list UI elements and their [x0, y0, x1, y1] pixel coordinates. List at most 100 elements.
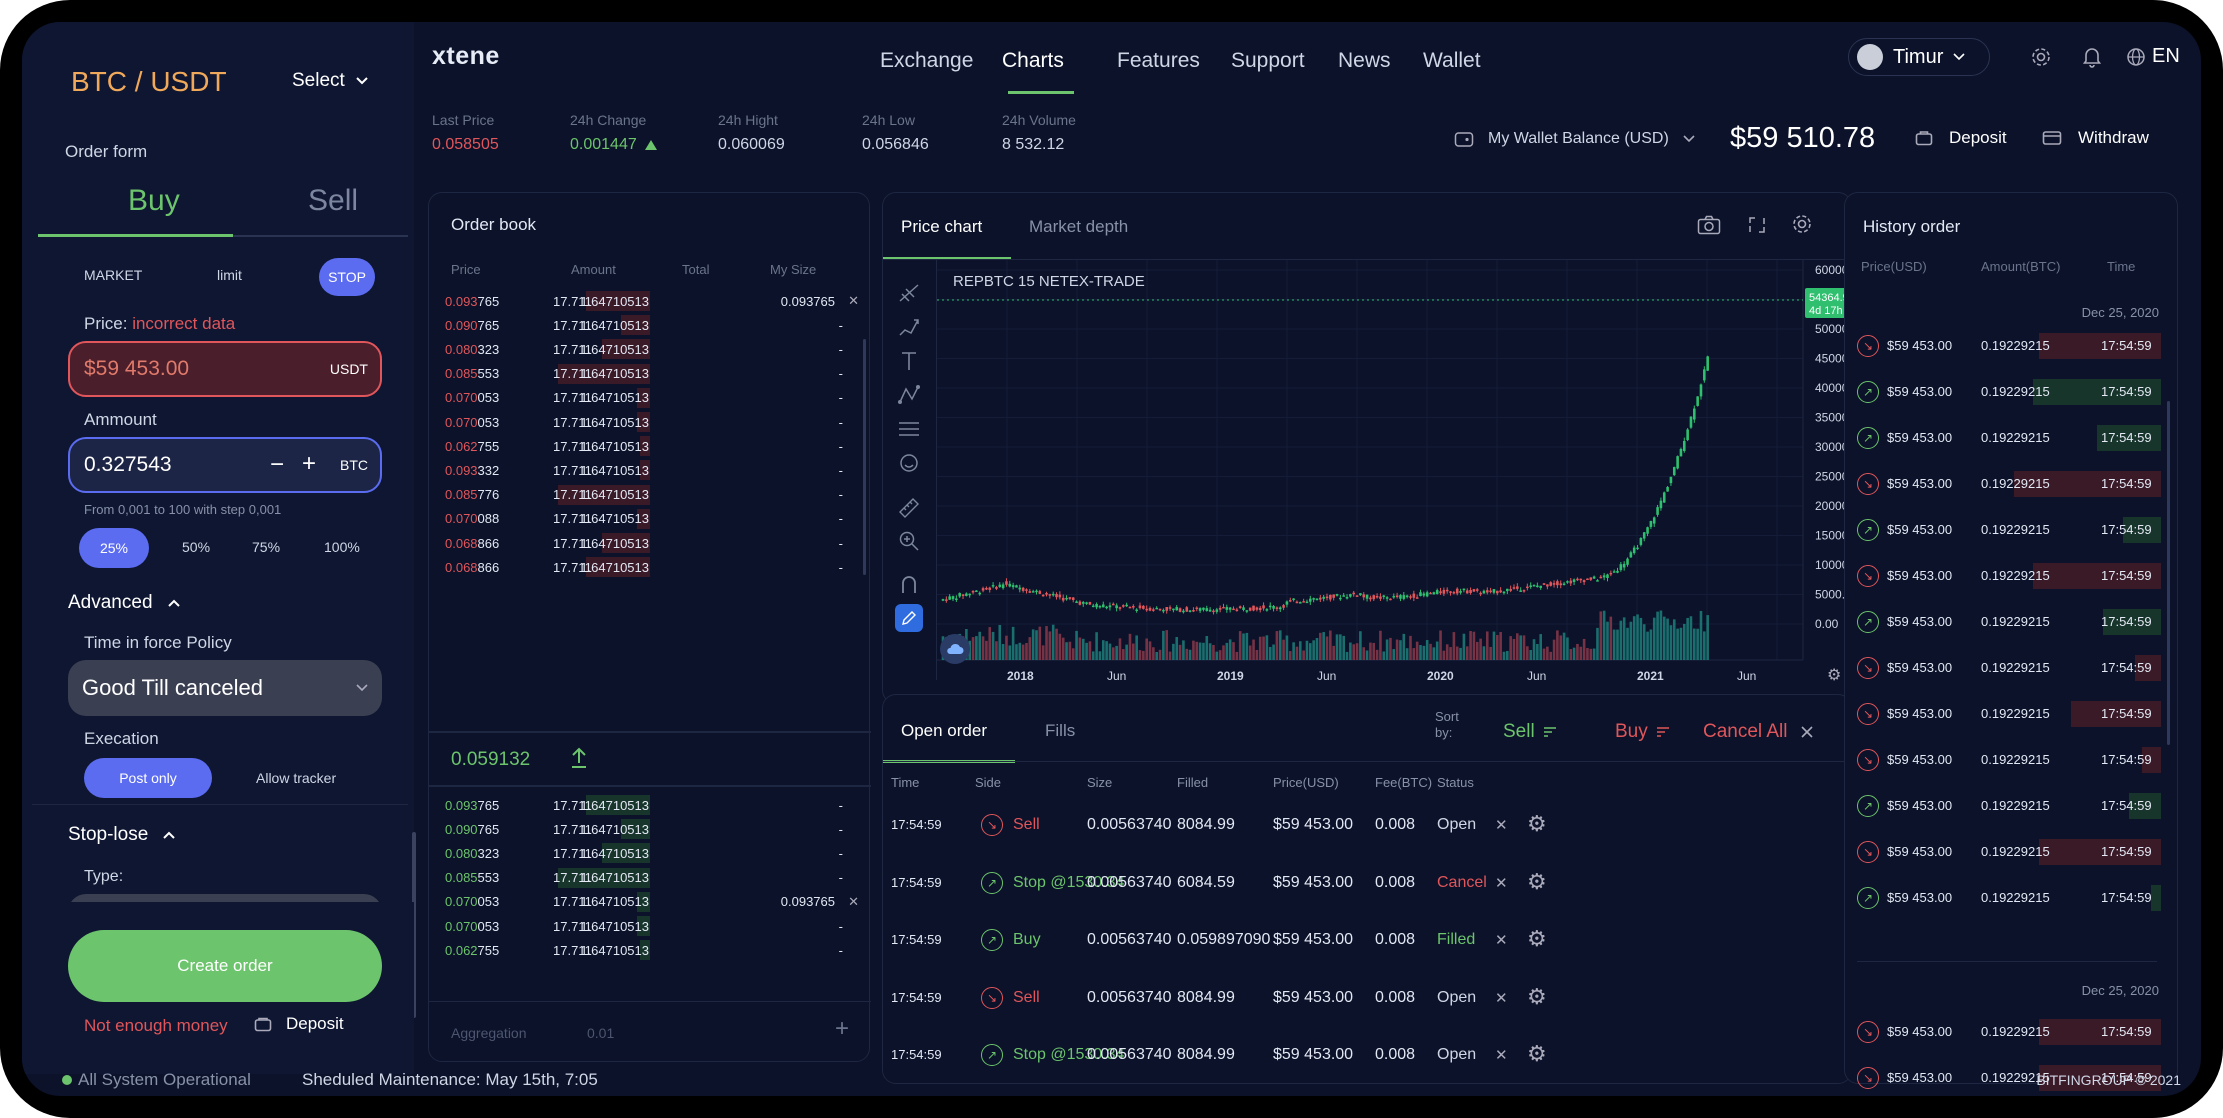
- history-row[interactable]: ↘ $59 453.00 0.19229215 17:54:59: [1845, 839, 2165, 865]
- advanced-toggle[interactable]: Advanced: [68, 592, 181, 614]
- order-book-row[interactable]: 0.085553 17.711 1.64710513-: [429, 866, 871, 890]
- order-type-limit[interactable]: limit: [217, 267, 242, 283]
- order-type-market[interactable]: MARKET: [84, 267, 142, 283]
- percent-25[interactable]: 25%: [79, 528, 149, 568]
- stoplose-toggle[interactable]: Stop-lose: [68, 824, 176, 846]
- order-row[interactable]: 17:54:59 ↗ Buy 0.00563740 0.059897090 $59 453…: [883, 924, 1843, 958]
- zoom-icon[interactable]: [898, 530, 920, 552]
- bell-icon[interactable]: [2082, 46, 2102, 68]
- tab-sell[interactable]: Sell: [308, 184, 358, 218]
- user-menu[interactable]: Timur: [1848, 38, 1990, 76]
- history-row[interactable]: ↗ $59 453.00 0.19229215 17:54:59: [1845, 517, 2165, 543]
- history-row[interactable]: ↗ $59 453.00 0.19229215 17:54:59: [1845, 609, 2165, 635]
- order-book-row[interactable]: 0.080323 17.711 1.64710513-: [429, 337, 871, 361]
- order-book-row[interactable]: 0.068866 17.711 1.64710513-: [429, 531, 871, 555]
- history-row[interactable]: ↘ $59 453.00 0.19229215 17:54:59: [1845, 1019, 2165, 1045]
- order-book-row[interactable]: 0.085553 17.711 1.64710513-: [429, 362, 871, 386]
- order-book-row[interactable]: 0.070088 17.711 1.64710513-: [429, 507, 871, 531]
- history-scrollbar[interactable]: [2167, 401, 2170, 745]
- nav-charts[interactable]: Charts: [1002, 49, 1064, 73]
- order-book-row[interactable]: 0.085776 17.711 1.64710513-: [429, 483, 871, 507]
- close-icon[interactable]: ✕: [1495, 874, 1508, 892]
- order-row[interactable]: 17:54:59 ↗ Stop @1530.34 0.00563740 8084.99 $…: [883, 1039, 1843, 1073]
- history-row[interactable]: ↗ $59 453.00 0.19229215 17:54:59: [1845, 885, 2165, 911]
- tif-select[interactable]: Good Till canceled: [68, 660, 382, 716]
- close-icon[interactable]: ✕: [848, 894, 859, 910]
- history-row[interactable]: ↗ $59 453.00 0.19229215 17:54:59: [1845, 425, 2165, 451]
- history-row[interactable]: ↘ $59 453.00 0.19229215 17:54:59: [1845, 563, 2165, 589]
- history-row[interactable]: ↘ $59 453.00 0.19229215 17:54:59: [1845, 471, 2165, 497]
- brush-icon[interactable]: [897, 316, 921, 338]
- sidebar-deposit-link[interactable]: Deposit: [254, 1014, 344, 1034]
- fib-icon[interactable]: [897, 418, 921, 440]
- history-row[interactable]: ↘ $59 453.00 0.19229215 17:54:59: [1845, 655, 2165, 681]
- history-row[interactable]: ↗ $59 453.00 0.19229215 17:54:59: [1845, 379, 2165, 405]
- ob-scrollbar[interactable]: [863, 339, 866, 575]
- amount-input[interactable]: 0.327543 − + BTC: [68, 437, 382, 493]
- order-book-row[interactable]: 0.093765 17.711 1.64710513-: [429, 793, 871, 817]
- minus-icon[interactable]: −: [270, 451, 284, 479]
- order-book-row[interactable]: 0.068866 17.711 1.64710513-: [429, 555, 871, 579]
- order-book-row[interactable]: 0.070053 17.711 1.64710513-: [429, 914, 871, 938]
- order-book-row[interactable]: 0.062755 17.711 1.64710513-: [429, 434, 871, 458]
- percent-50[interactable]: 50%: [182, 539, 210, 555]
- history-row[interactable]: ↗ $59 453.00 0.19229215 17:54:59: [1845, 793, 2165, 819]
- nav-support[interactable]: Support: [1231, 49, 1305, 73]
- close-icon[interactable]: ✕: [848, 293, 859, 309]
- emoji-icon[interactable]: [898, 452, 920, 474]
- price-chart[interactable]: 60000.0055000.0050000.0045000.0040000.00…: [937, 260, 1853, 692]
- price-input[interactable]: $59 453.00 USDT: [68, 341, 382, 397]
- close-icon[interactable]: ✕: [1495, 816, 1508, 834]
- logo[interactable]: xtene: [432, 42, 500, 71]
- history-row[interactable]: ↘ $59 453.00 0.19229215 17:54:59: [1845, 747, 2165, 773]
- lock-drawing-button[interactable]: [895, 604, 923, 632]
- nav-news[interactable]: News: [1338, 49, 1391, 73]
- gear-icon[interactable]: [1791, 213, 1813, 235]
- expand-icon[interactable]: [1747, 215, 1767, 235]
- order-book-row[interactable]: 0.070053 17.711 1.64710513-: [429, 386, 871, 410]
- gear-icon[interactable]: ⚙: [1527, 926, 1547, 952]
- wallet-withdraw-button[interactable]: Withdraw: [2042, 128, 2149, 148]
- order-book-row[interactable]: 0.090765 17.711 1.64710513-: [429, 817, 871, 841]
- trend-line-icon[interactable]: [897, 282, 921, 304]
- order-row[interactable]: 17:54:59 ↘ Sell 0.00563740 8084.99 $59 453.00…: [883, 809, 1843, 843]
- nav-features[interactable]: Features: [1117, 49, 1200, 73]
- execution-allow-tracker[interactable]: Allow tracker: [256, 770, 336, 786]
- magnet-icon[interactable]: [898, 574, 920, 596]
- nav-exchange[interactable]: Exchange: [880, 49, 973, 73]
- tab-market-depth[interactable]: Market depth: [1029, 217, 1128, 237]
- execution-post-only[interactable]: Post only: [84, 758, 212, 798]
- plus-icon[interactable]: +: [302, 450, 316, 478]
- order-book-row[interactable]: 0.080323 17.711 1.64710513-: [429, 841, 871, 865]
- language-selector[interactable]: EN: [2126, 45, 2180, 68]
- text-icon[interactable]: [899, 350, 919, 372]
- history-row[interactable]: ↘ $59 453.00 0.19229215 17:54:59: [1845, 701, 2165, 727]
- gear-icon[interactable]: ⚙: [1527, 1041, 1547, 1067]
- create-order-button[interactable]: Create order: [68, 930, 382, 1002]
- gear-icon[interactable]: ⚙: [1527, 811, 1547, 837]
- chart-settings-icon[interactable]: ⚙: [1827, 665, 1841, 684]
- order-book-row[interactable]: 0.070053 17.711 1.64710513 0.093765 ✕: [429, 890, 871, 914]
- tab-buy[interactable]: Buy: [128, 184, 180, 218]
- order-book-row[interactable]: 0.093332 17.711 1.64710513-: [429, 458, 871, 482]
- close-icon[interactable]: ✕: [1495, 989, 1508, 1007]
- order-type-stop[interactable]: STOP: [319, 258, 375, 296]
- order-book-row[interactable]: 0.093765 17.711 1.64710513 0.093765 ✕: [429, 289, 871, 313]
- order-book-row[interactable]: 0.062755 17.711 1.64710513-: [429, 938, 871, 962]
- order-book-row[interactable]: 0.070053 17.711 1.64710513-: [429, 410, 871, 434]
- gear-icon[interactable]: ⚙: [1527, 869, 1547, 895]
- percent-100[interactable]: 100%: [324, 539, 360, 555]
- order-row[interactable]: 17:54:59 ↘ Sell 0.00563740 8084.99 $59 453.00…: [883, 982, 1843, 1016]
- plus-icon[interactable]: +: [835, 1015, 849, 1043]
- close-icon[interactable]: ✕: [1495, 931, 1508, 949]
- order-book-row[interactable]: 0.090765 17.711 1.64710513-: [429, 313, 871, 337]
- history-row[interactable]: ↘ $59 453.00 0.19229215 17:54:59: [1845, 333, 2165, 359]
- percent-75[interactable]: 75%: [252, 539, 280, 555]
- pattern-icon[interactable]: [897, 384, 921, 406]
- wallet-deposit-button[interactable]: Deposit: [1915, 128, 2007, 148]
- camera-icon[interactable]: [1697, 215, 1721, 235]
- order-row[interactable]: 17:54:59 ↗ Stop @1530.34 0.00563740 6084.59 $…: [883, 867, 1843, 901]
- ruler-icon[interactable]: [897, 496, 921, 518]
- aggregation-value[interactable]: 0.01: [587, 1025, 614, 1041]
- nav-wallet[interactable]: Wallet: [1423, 49, 1481, 73]
